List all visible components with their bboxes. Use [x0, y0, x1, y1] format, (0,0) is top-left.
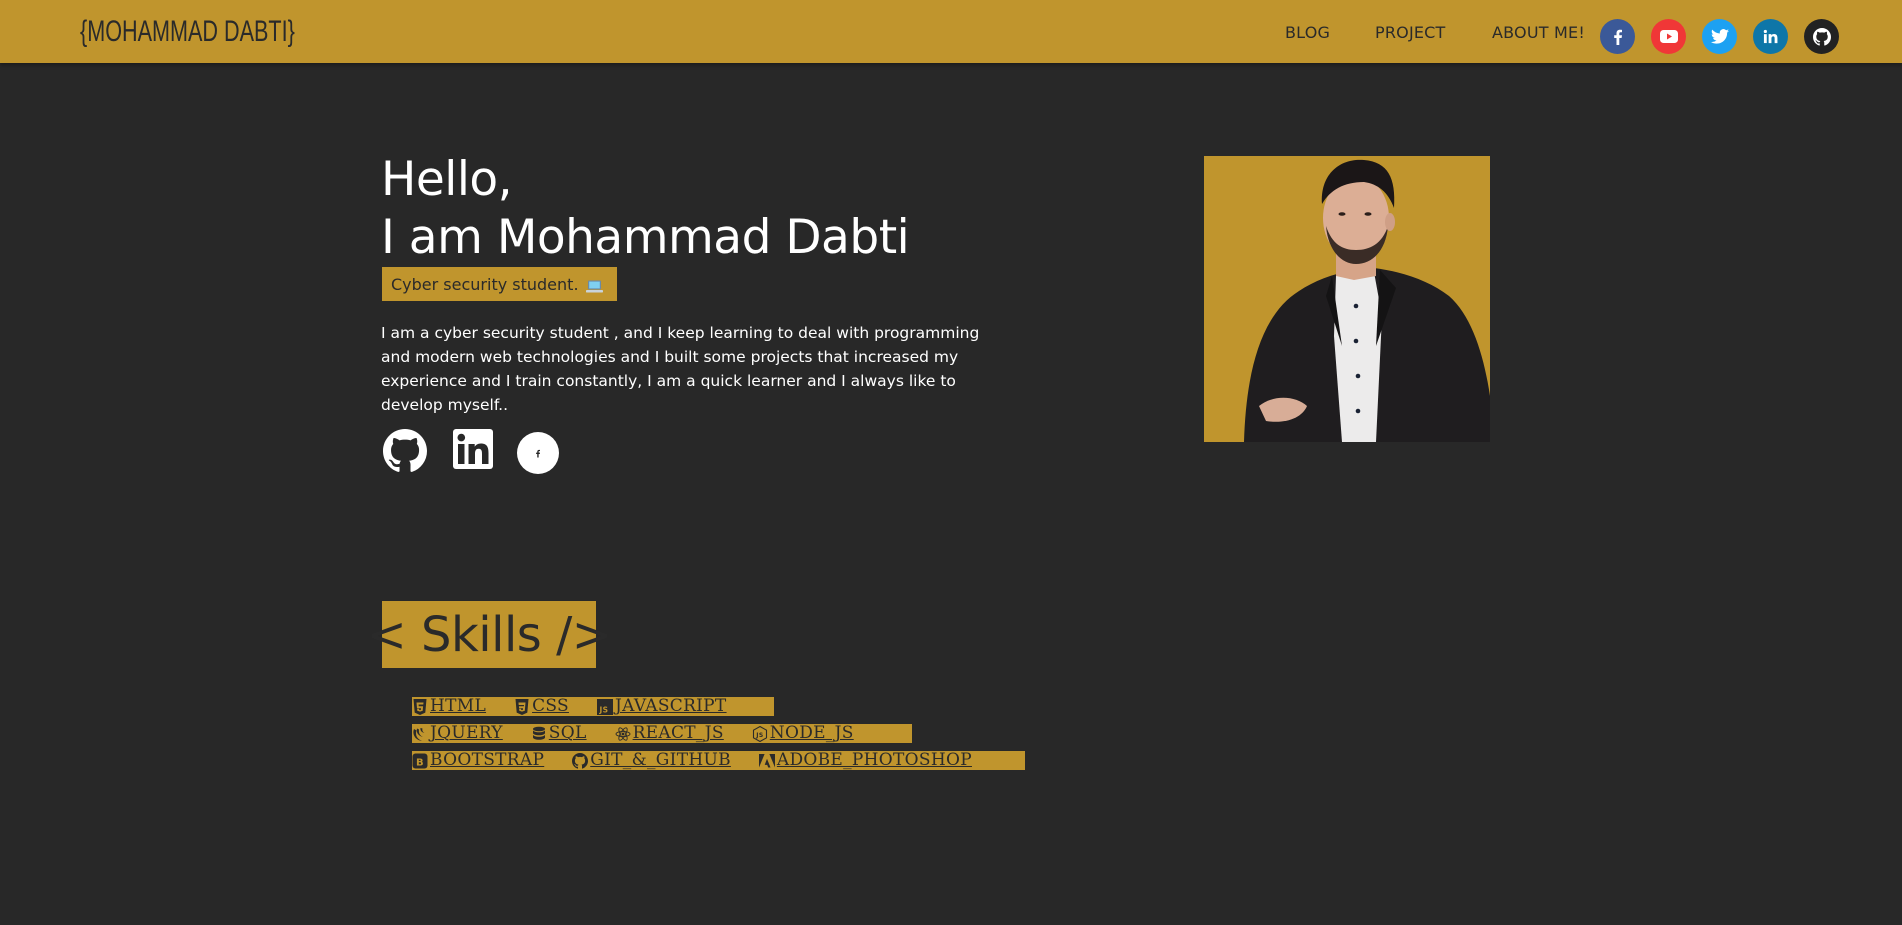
hero-bio: I am a cyber security student , and I ke… [381, 324, 980, 414]
skill-label: BOOTSTRAP [430, 750, 545, 770]
react-icon [615, 726, 631, 742]
facebook-icon[interactable] [1600, 19, 1635, 54]
svg-text:JS: JS [598, 705, 608, 714]
skills-row: B BOOTSTRAP GIT_&_GITHUB ADOBE_PHOTOSHOP [412, 751, 1025, 770]
skill-label: SQL [548, 723, 587, 743]
skill-item: ADOBE_PHOTOSHOP [758, 750, 972, 770]
skill-item: GIT_&_GITHUB [572, 751, 731, 770]
skill-label: ADOBE_PHOTOSHOP [776, 750, 972, 770]
hero-greeting: Hello, [381, 152, 513, 207]
bootstrap-icon: B [412, 753, 428, 769]
svg-text:JS: JS [755, 732, 763, 739]
hero-name: I am Mohammad Dabti [381, 210, 910, 265]
skill-label: JQUERY [430, 723, 503, 743]
skill-item: JS JAVASCRIPT [596, 696, 727, 716]
skill-item: HTML [412, 697, 486, 716]
navbar: {MOHAMMAD DABTI} BLOG PROJECT ABOUT ME! [0, 0, 1902, 63]
skill-item: REACT_JS [615, 724, 724, 743]
skill-label: GIT_&_GITHUB [590, 750, 731, 770]
database-icon [531, 726, 547, 742]
linkedin-icon[interactable] [452, 428, 494, 470]
youtube-icon[interactable] [1651, 19, 1686, 54]
skill-label: NODE_JS [769, 723, 854, 743]
skill-item: JQUERY [412, 724, 503, 743]
skills-row: JQUERY SQL REACT_JS JS NODE_JS [412, 724, 912, 743]
css3-icon [514, 698, 530, 715]
laptop-icon [585, 278, 603, 292]
html5-icon [412, 698, 428, 715]
skill-item: B BOOTSTRAP [412, 751, 544, 770]
nav-link-about-me[interactable]: ABOUT ME! [1492, 23, 1585, 43]
role-badge: Cyber security student. [382, 267, 617, 301]
skills-row: HTML CSS JS JAVASCRIPT [412, 697, 774, 716]
skill-item: CSS [514, 697, 569, 716]
adobe-icon [758, 753, 775, 769]
skill-label: HTML [430, 696, 487, 716]
facebook-icon[interactable] [517, 432, 559, 474]
nodejs-icon: JS [752, 725, 768, 742]
svg-text:B: B [416, 757, 424, 768]
nav-link-blog[interactable]: BLOG [1285, 23, 1330, 43]
skill-label: REACT_JS [632, 723, 724, 743]
skill-item: SQL [531, 724, 587, 743]
skill-label: JAVASCRIPT [614, 696, 727, 716]
nav-link-project[interactable]: PROJECT [1375, 23, 1446, 43]
profile-photo [1204, 156, 1490, 442]
javascript-icon: JS [596, 698, 613, 715]
github-icon[interactable] [1804, 19, 1839, 54]
skills-title: < Skills /> [367, 601, 612, 668]
github-icon [572, 752, 589, 769]
github-icon[interactable] [382, 428, 428, 474]
role-text: Cyber security student. [391, 274, 579, 294]
linkedin-icon[interactable] [1753, 19, 1788, 54]
skill-label: CSS [532, 696, 569, 716]
skill-item: JS NODE_JS [752, 724, 854, 743]
jquery-icon [412, 726, 428, 742]
brand-logo[interactable]: {MOHAMMAD DABTI} [80, 14, 295, 50]
twitter-icon[interactable] [1702, 19, 1737, 54]
